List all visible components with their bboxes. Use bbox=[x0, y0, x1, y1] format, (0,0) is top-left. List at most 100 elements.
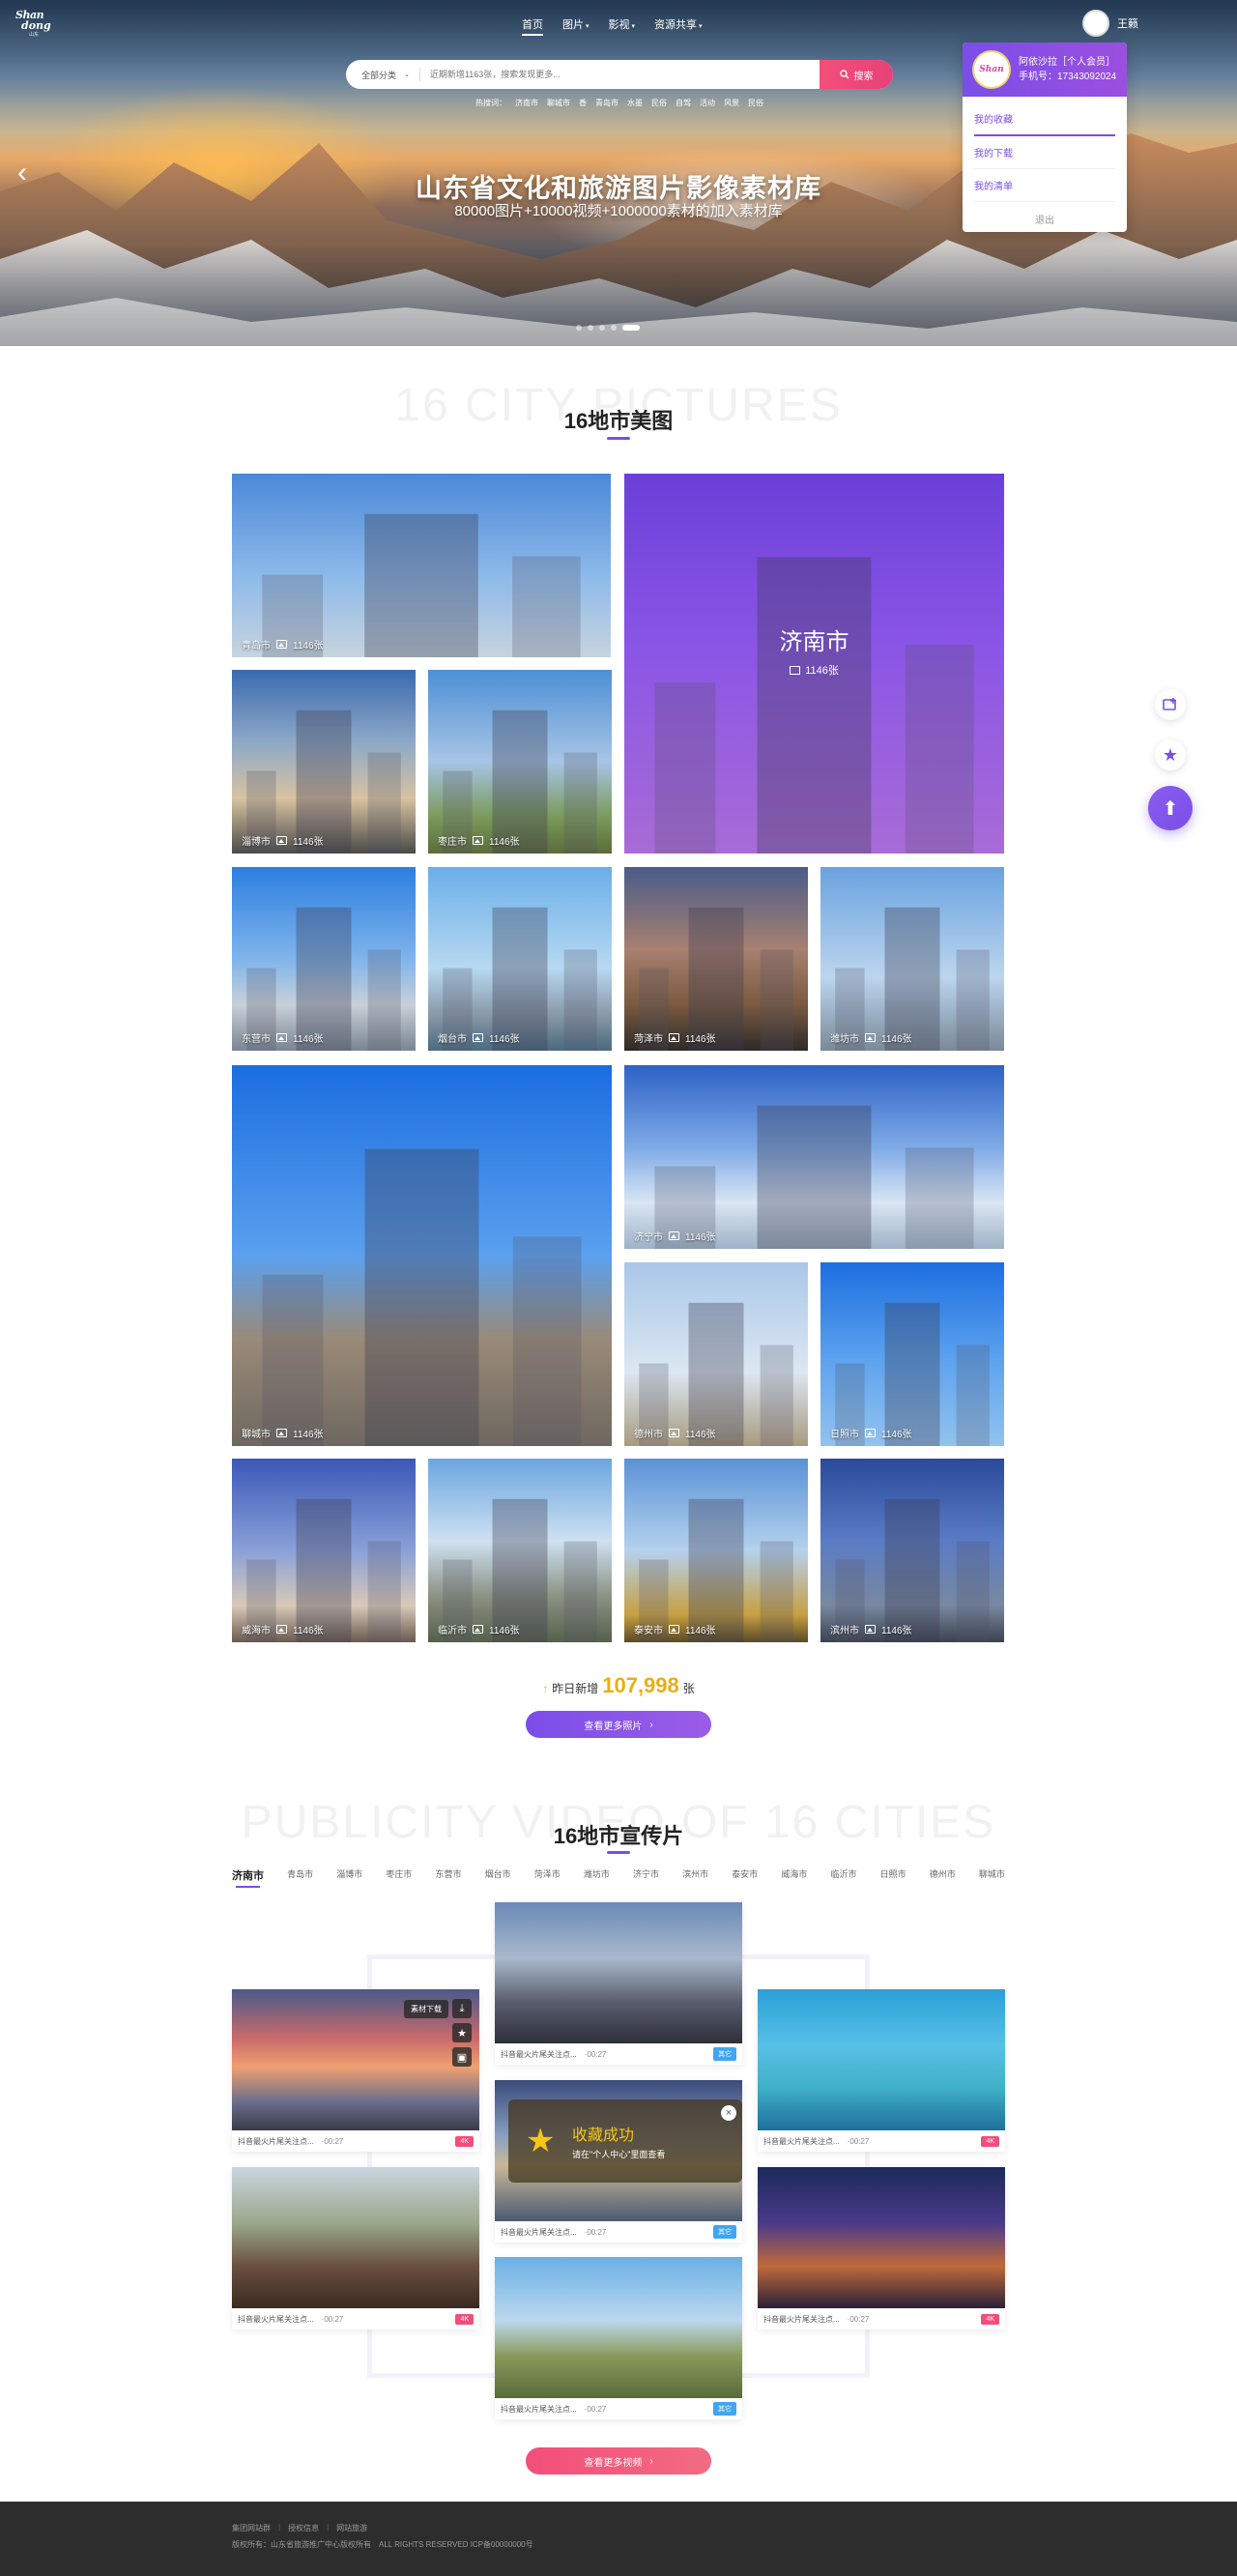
city-photo-tile[interactable]: 滨州市 1146张 bbox=[820, 1459, 1004, 1642]
video-thumbnail[interactable] bbox=[495, 1902, 742, 2043]
upload-float-button[interactable] bbox=[1155, 689, 1186, 720]
city-photo-tile[interactable]: 枣庄市 1146张 bbox=[428, 670, 612, 854]
hot-word[interactable]: 自驾 bbox=[676, 98, 691, 108]
footer-link[interactable]: 集团网站群 bbox=[232, 2523, 271, 2533]
more-videos-button[interactable]: 查看更多视频 › bbox=[526, 2447, 711, 2475]
user-menu[interactable]: 王籁 bbox=[1082, 10, 1138, 37]
video-tab[interactable]: 青岛市 bbox=[287, 1867, 313, 1888]
search-button[interactable]: 搜索 bbox=[820, 60, 893, 89]
city-photo-tile[interactable]: 淄博市 1146张 bbox=[232, 670, 416, 854]
footer-links: 集团网站群 | 授权信息 | 网站旅游 bbox=[232, 2523, 1237, 2533]
hot-word[interactable]: 青岛市 bbox=[595, 98, 618, 108]
hot-word[interactable]: 民俗 bbox=[651, 98, 667, 108]
city-photo-tile[interactable]: 泰安市 1146张 bbox=[624, 1459, 808, 1642]
avatar[interactable] bbox=[1082, 10, 1109, 37]
carousel-dot[interactable] bbox=[576, 325, 582, 331]
hot-keywords: 热搜词： 济南市 聊城市 香 青岛市 水墨 民俗 自驾 活动 风景 民俗 bbox=[475, 98, 763, 108]
city-photo-tile[interactable]: 临沂市 1146张 bbox=[428, 1459, 612, 1642]
carousel-dot[interactable] bbox=[588, 325, 593, 331]
video-tab[interactable]: 滨州市 bbox=[682, 1867, 708, 1888]
my-favorites-link[interactable]: 我的收藏 bbox=[974, 102, 1115, 136]
video-tab[interactable]: 枣庄市 bbox=[386, 1867, 412, 1888]
city-photo-tile[interactable]: 菏泽市 1146张 bbox=[624, 867, 808, 1051]
close-icon[interactable]: × bbox=[721, 2105, 736, 2121]
city-photo-tile[interactable]: 济宁市 1146张 bbox=[624, 1065, 1004, 1249]
city-photo-tile[interactable]: 日照市 1146张 bbox=[820, 1262, 1004, 1446]
photo-count: 1146张 bbox=[293, 1626, 324, 1636]
video-thumbnail[interactable]: 素材下载 ⤓ ★ ▣ bbox=[232, 1989, 479, 2130]
favorite-float-button[interactable]: ★ bbox=[1155, 739, 1186, 770]
video-thumbnail[interactable] bbox=[758, 1989, 1005, 2130]
video-thumbnail[interactable] bbox=[232, 2167, 479, 2308]
tile-caption: 威海市 1146张 bbox=[242, 1622, 324, 1636]
footer-link[interactable]: 网站旅游 bbox=[336, 2523, 367, 2533]
stats-number: 107,998 bbox=[602, 1673, 679, 1697]
logo-text-line3: 山东 bbox=[29, 32, 40, 38]
video-tab[interactable]: 德州市 bbox=[930, 1867, 956, 1888]
star-icon[interactable]: ★ bbox=[452, 2023, 472, 2042]
nav-item-home[interactable]: 首页 bbox=[522, 16, 543, 36]
nav-item-resources[interactable]: 资源共享 ▾ bbox=[654, 16, 703, 36]
nav-item-photos[interactable]: 图片 ▾ bbox=[562, 16, 590, 36]
add-image-icon bbox=[1163, 698, 1176, 710]
download-icon[interactable]: ⤓ bbox=[452, 1999, 472, 2018]
hot-word[interactable]: 民俗 bbox=[748, 98, 763, 108]
footer-link[interactable]: 授权信息 bbox=[288, 2523, 319, 2533]
hot-word[interactable]: 香 bbox=[579, 98, 587, 108]
video-tab[interactable]: 日照市 bbox=[880, 1867, 906, 1888]
video-tab[interactable]: 威海市 bbox=[781, 1867, 807, 1888]
daily-stats: ↑ 昨日新增 107,998 张 bbox=[0, 1673, 1237, 1698]
search-input[interactable] bbox=[419, 70, 820, 79]
category-select[interactable]: 全部分类 ⌄ bbox=[346, 68, 420, 81]
hot-word[interactable]: 活动 bbox=[700, 98, 715, 108]
video-tab[interactable]: 泰安市 bbox=[732, 1867, 758, 1888]
carousel-dot-active[interactable] bbox=[622, 325, 640, 331]
photo-count: 1146张 bbox=[624, 662, 1004, 678]
video-tab[interactable]: 聊城市 bbox=[979, 1867, 1005, 1888]
nav-item-videos[interactable]: 影视 ▾ bbox=[609, 16, 636, 36]
city-photo-tile[interactable]: 济南市 1146张 bbox=[624, 474, 1004, 854]
photo-count: 1146张 bbox=[881, 1034, 912, 1045]
video-tab[interactable]: 济宁市 bbox=[633, 1867, 659, 1888]
my-downloads-link[interactable]: 我的下载 bbox=[974, 136, 1115, 169]
photo-image bbox=[835, 1302, 990, 1446]
city-photo-tile[interactable]: 德州市 1146张 bbox=[624, 1262, 808, 1446]
video-tab[interactable]: 烟台市 bbox=[485, 1867, 511, 1888]
site-logo[interactable]: Shan dong 山东 bbox=[15, 10, 56, 38]
section-underline bbox=[607, 1851, 630, 1854]
city-photo-tile[interactable]: 潍坊市 1146张 bbox=[820, 867, 1004, 1051]
photo-image bbox=[443, 709, 597, 854]
video-tab[interactable]: 临沂市 bbox=[830, 1867, 856, 1888]
video-card[interactable]: 抖音最火片尾关注点... ·00:27 其它 bbox=[495, 1902, 742, 2065]
video-card[interactable]: 抖音最火片尾关注点... ·00:27 4K bbox=[232, 2167, 479, 2330]
back-to-top-button[interactable]: ⬆ bbox=[1148, 786, 1193, 830]
video-tab[interactable]: 菏泽市 bbox=[534, 1867, 561, 1888]
more-photos-button[interactable]: 查看更多照片 › bbox=[526, 1711, 711, 1738]
video-card[interactable]: 素材下载 ⤓ ★ ▣ 抖音最火片尾关注点... ·00:27 4K bbox=[232, 1989, 479, 2152]
carousel-dot[interactable] bbox=[599, 325, 605, 331]
city-photo-tile[interactable]: 东营市 1146张 bbox=[232, 867, 416, 1051]
video-card[interactable]: 抖音最火片尾关注点... ·00:27 其它 bbox=[495, 2257, 742, 2419]
carousel-dot[interactable] bbox=[611, 325, 617, 331]
tile-caption: 潍坊市 1146张 bbox=[830, 1030, 912, 1045]
video-tab[interactable]: 潍坊市 bbox=[584, 1867, 610, 1888]
search-button-label: 搜索 bbox=[853, 71, 874, 82]
hot-word[interactable]: 济南市 bbox=[515, 98, 538, 108]
video-tab[interactable]: 淄博市 bbox=[336, 1867, 362, 1888]
city-photo-tile[interactable]: 聊城市 1146张 bbox=[232, 1065, 612, 1446]
city-photo-tile[interactable]: 青岛市 1146张 bbox=[232, 474, 611, 657]
video-thumbnail[interactable] bbox=[495, 2257, 742, 2398]
video-card[interactable]: 抖音最火片尾关注点... ·00:27 4K bbox=[758, 1989, 1005, 2152]
hot-word[interactable]: 聊城市 bbox=[547, 98, 570, 108]
hot-word[interactable]: 风景 bbox=[724, 98, 739, 108]
chevron-right-icon: › bbox=[649, 2455, 653, 2467]
video-tab[interactable]: 济南市 bbox=[232, 1867, 264, 1888]
video-tab[interactable]: 东营市 bbox=[435, 1867, 461, 1888]
hot-word[interactable]: 水墨 bbox=[627, 98, 643, 108]
image-icon[interactable]: ▣ bbox=[452, 2047, 472, 2067]
video-card[interactable]: 抖音最火片尾关注点... ·00:27 4K bbox=[758, 2167, 1005, 2330]
video-thumbnail[interactable] bbox=[758, 2167, 1005, 2308]
video-meta: 抖音最火片尾关注点... ·00:27 其它 bbox=[495, 2221, 742, 2243]
city-photo-tile[interactable]: 威海市 1146张 bbox=[232, 1459, 416, 1642]
city-photo-tile[interactable]: 烟台市 1146张 bbox=[428, 867, 612, 1051]
